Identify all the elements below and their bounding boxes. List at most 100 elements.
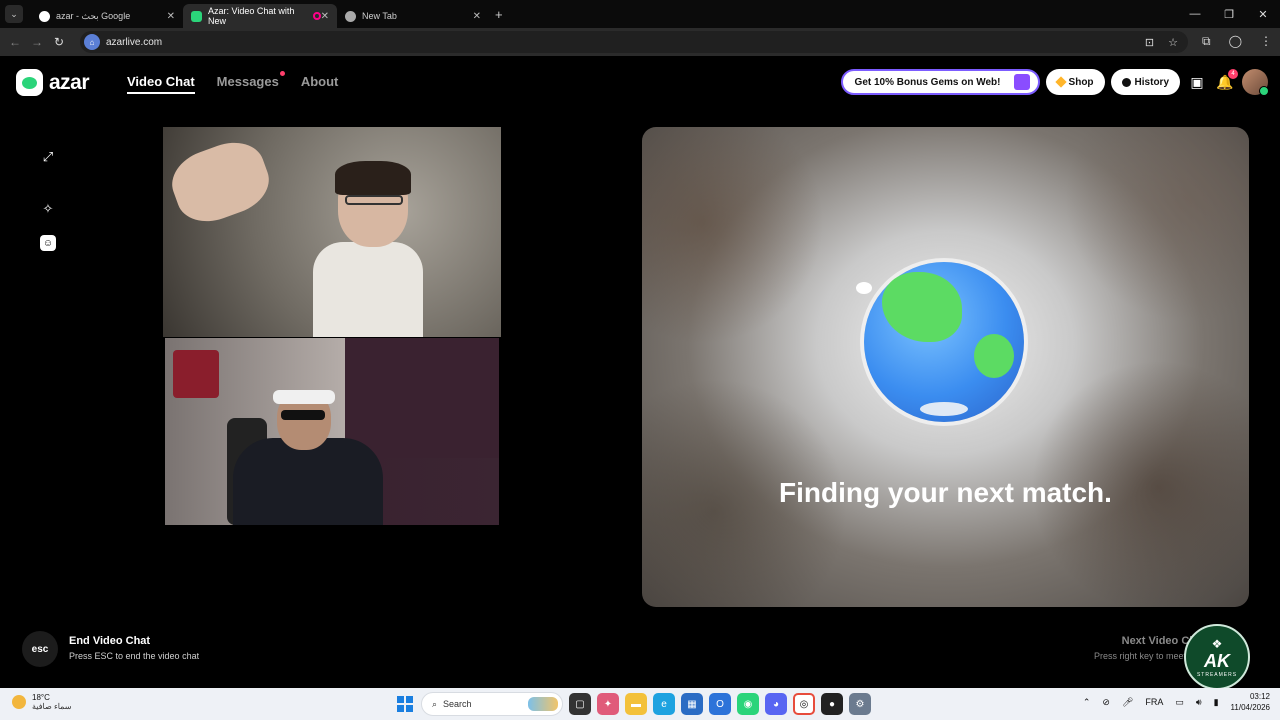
close-tab-icon[interactable]: ✕ (167, 11, 175, 22)
close-window-icon[interactable]: ✕ (1246, 0, 1280, 28)
clock[interactable]: 03:12 11/04/2026 (1231, 691, 1270, 713)
shop-button[interactable]: Shop (1045, 69, 1105, 95)
notification-bell[interactable]: 🔔 4 (1214, 69, 1238, 93)
bookmark-star-icon[interactable]: ☆ (1168, 36, 1178, 49)
unread-dot (279, 71, 285, 76)
chrome-taskbar-icon[interactable]: ◎ (793, 693, 815, 715)
address-bar-row: ← → ↻ ⌂ azarlive.com ⊡ ☆ ⧉ ◯ ⋮ (0, 28, 1280, 56)
windows-taskbar: 18°C سماء صافية ⌕ Search ▢ ✦ ▬ e ▦ O ◉ ◕… (0, 688, 1280, 720)
magic-wand-icon[interactable]: ✧ (40, 201, 56, 217)
ak-streamers-watermark: ❖ AK STREAMERS (1184, 624, 1250, 690)
search-icon: ⌕ (432, 698, 438, 709)
tray-overflow-icon[interactable]: ⌃ (1083, 697, 1091, 708)
azar-logo[interactable]: azar (16, 69, 90, 96)
maximize-icon[interactable]: ❐ (1212, 0, 1246, 28)
minimize-icon[interactable]: — (1178, 0, 1212, 28)
back-icon[interactable]: ← (4, 35, 26, 49)
tab-title: azar - بحث Google (56, 10, 131, 21)
search-highlight-icon (528, 697, 558, 711)
promo-text: Get 10% Bonus Gems on Web! (854, 76, 1001, 88)
toolbar-right: ⧉ ◯ ⋮ (1202, 34, 1272, 49)
microphone-icon[interactable]: 🎤︎ (1122, 697, 1133, 708)
history-icon (1121, 77, 1131, 87)
tab-google[interactable]: azar - بحث Google ✕ (31, 4, 183, 28)
omnibox[interactable]: ⌂ azarlive.com ⊡ ☆ (80, 31, 1188, 53)
azar-logo-icon (16, 69, 43, 96)
tab-search-button[interactable]: ⌄ (5, 5, 23, 23)
clock-time: 03:12 (1249, 692, 1270, 701)
watermark-big: AK (1204, 650, 1230, 671)
task-view-icon[interactable]: ▢ (569, 693, 591, 715)
extensions-icon[interactable]: ⧉ (1202, 34, 1211, 49)
nav-messages-label: Messages (216, 74, 279, 89)
tab-azar[interactable]: Azar: Video Chat with New ✕ (183, 4, 337, 28)
network-icon[interactable]: ⊘ (1102, 697, 1110, 708)
tab-title: New Tab (362, 11, 397, 21)
history-button[interactable]: History (1110, 69, 1180, 95)
header-actions: Get 10% Bonus Gems on Web! Shop History … (840, 69, 1269, 96)
gem-icon (1054, 76, 1067, 88)
chrome-icon (345, 10, 356, 22)
finding-match-text: Finding your next match. (779, 477, 1112, 508)
url-text[interactable]: azarlive.com (106, 37, 162, 48)
nav-video-chat[interactable]: Video Chat (127, 74, 195, 94)
reload-icon[interactable]: ↻ (48, 35, 70, 49)
shop-label: Shop (1068, 76, 1094, 88)
file-explorer-icon[interactable]: ▬ (625, 693, 647, 715)
next-video-chat-hint: Press right key to meet ot (1093, 651, 1196, 661)
window-controls: — ❐ ✕ (1178, 0, 1280, 28)
new-tab-button[interactable]: + (495, 7, 503, 22)
google-icon (39, 10, 50, 22)
site-info-icon[interactable]: ⌂ (84, 34, 100, 50)
taskbar-search[interactable]: ⌕ Search (421, 692, 563, 716)
main-nav: Video Chat Messages About (127, 71, 339, 94)
expand-icon[interactable]: ⤢ (40, 149, 56, 165)
install-icon[interactable]: ⊡ (1145, 36, 1154, 49)
inbox-icon[interactable]: ▣ (1186, 71, 1208, 93)
obs-icon[interactable]: ● (821, 693, 843, 715)
remote-video (163, 127, 501, 337)
gift-icon (1013, 74, 1030, 90)
start-button[interactable] (395, 694, 415, 714)
bonus-gems-promo[interactable]: Get 10% Bonus Gems on Web! (840, 69, 1040, 95)
history-label: History (1134, 76, 1169, 88)
battery-icon[interactable]: ▮ (1214, 697, 1219, 708)
browser-tab-strip: ⌄ azar - بحث Google ✕ Azar: Video Chat w… (0, 0, 1280, 28)
video-panel: ⤢ ✧ ☺ (22, 127, 629, 607)
user-avatar[interactable] (1242, 69, 1269, 96)
discord-icon[interactable]: ◕ (765, 693, 787, 715)
display-icon[interactable]: ▭ (1175, 697, 1184, 708)
end-video-chat-hint: Press ESC to end the video chat (69, 651, 200, 661)
edge-icon[interactable]: e (653, 693, 675, 715)
outlook-icon[interactable]: O (709, 693, 731, 715)
moon-icon (12, 695, 26, 709)
close-tab-icon[interactable]: ✕ (321, 11, 329, 22)
settings-icon[interactable]: ⚙ (849, 693, 871, 715)
azar-app-icon[interactable]: ◉ (737, 693, 759, 715)
close-tab-icon[interactable]: ✕ (473, 11, 481, 22)
local-video (165, 338, 499, 525)
watermark-small: STREAMERS (1196, 671, 1238, 678)
notification-badge: 4 (1228, 69, 1238, 79)
store-icon[interactable]: ▦ (681, 693, 703, 715)
emoji-icon[interactable]: ☺ (40, 235, 56, 251)
recording-icon (312, 12, 321, 20)
weather-widget[interactable]: 18°C سماء صافية (12, 693, 72, 711)
nav-about[interactable]: About (301, 74, 339, 89)
system-tray: ⌃ ⊘ 🎤︎ FRA ▭ 🔊︎ ▮ 03:12 11/04/2026 (1083, 691, 1270, 713)
language-indicator[interactable]: FRA (1145, 697, 1163, 707)
profile-icon[interactable]: ◯ (1229, 34, 1242, 49)
tab-new[interactable]: New Tab ✕ (337, 4, 489, 28)
weather-condition: سماء صافية (32, 702, 72, 711)
menu-icon[interactable]: ⋮ (1260, 34, 1272, 49)
nav-messages[interactable]: Messages (216, 71, 285, 89)
esc-key-button[interactable]: esc (22, 631, 58, 667)
search-placeholder: Search (443, 699, 472, 709)
forward-icon[interactable]: → (26, 35, 48, 49)
volume-icon[interactable]: 🔊︎ (1196, 697, 1202, 708)
widgets-icon[interactable]: ✦ (597, 693, 619, 715)
globe-icon (856, 262, 1024, 422)
azar-icon (191, 10, 202, 22)
clock-date: 11/04/2026 (1230, 703, 1270, 712)
match-panel: Finding your next match. (642, 127, 1249, 607)
